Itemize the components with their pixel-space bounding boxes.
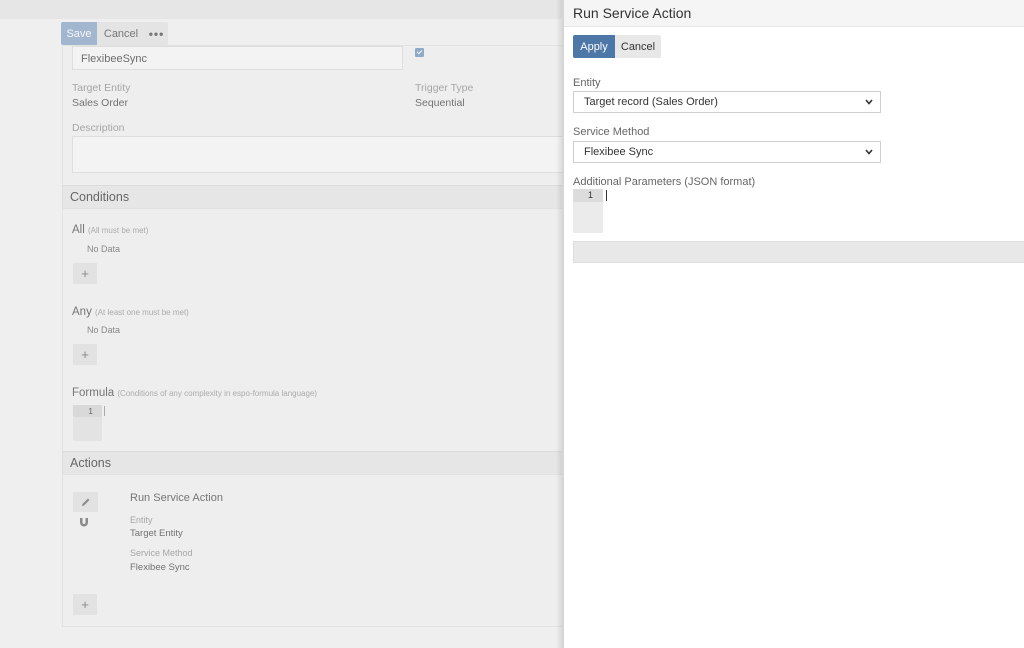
action-title: Run Service Action xyxy=(130,492,223,504)
formula-label: Formula (Conditions of any complexity in… xyxy=(72,387,318,399)
edit-action-button[interactable] xyxy=(73,492,98,512)
add-all-condition-button[interactable]: + xyxy=(73,263,97,284)
action-method-value: Flexibee Sync xyxy=(130,562,190,573)
service-method-select-value: Flexibee Sync xyxy=(584,146,654,158)
target-entity-label: Target Entity xyxy=(72,82,131,94)
plus-icon: + xyxy=(81,266,89,281)
actions-header: Actions xyxy=(62,451,562,475)
name-field[interactable]: FlexibeeSync xyxy=(72,46,403,70)
formula-line-number: 1 xyxy=(73,405,102,417)
apply-button[interactable]: Apply xyxy=(573,35,615,58)
entity-select-value: Target record (Sales Order) xyxy=(584,96,718,108)
trigger-type-label: Trigger Type xyxy=(415,82,474,94)
run-service-action-modal: Run Service Action Apply Cancel Entity T… xyxy=(563,0,1024,648)
plus-icon: + xyxy=(81,597,89,612)
editor-status-bar xyxy=(573,241,1024,263)
all-conditions-label: All (All must be met) xyxy=(72,224,149,236)
add-action-button[interactable]: + xyxy=(73,594,97,615)
action-method-label: Service Method xyxy=(130,548,193,558)
entity-select[interactable]: Target record (Sales Order) xyxy=(573,91,881,113)
entity-label: Entity xyxy=(573,77,601,89)
any-conditions-label: Any (At least one must be met) xyxy=(72,306,189,318)
description-label: Description xyxy=(72,122,125,134)
more-actions-button[interactable]: ••• xyxy=(145,22,168,45)
active-checkbox[interactable] xyxy=(415,48,424,57)
magnet-icon[interactable] xyxy=(79,517,89,530)
all-no-data: No Data xyxy=(87,244,121,254)
chevron-down-icon xyxy=(864,97,874,107)
action-entity-value: Target Entity xyxy=(130,528,183,539)
save-button[interactable]: Save xyxy=(61,22,97,45)
plus-icon: + xyxy=(81,347,89,362)
add-any-condition-button[interactable]: + xyxy=(73,344,97,365)
top-strip xyxy=(0,0,562,19)
chevron-down-icon xyxy=(864,147,874,157)
target-entity-value: Sales Order xyxy=(72,97,129,109)
trigger-type-value: Sequential xyxy=(415,97,465,109)
json-editor-cursor xyxy=(606,190,607,201)
any-no-data: No Data xyxy=(87,325,121,335)
action-entity-label: Entity xyxy=(130,515,153,525)
json-line-number: 1 xyxy=(573,189,603,202)
formula-cursor xyxy=(104,406,105,416)
service-method-select[interactable]: Flexibee Sync xyxy=(573,141,881,163)
service-method-label: Service Method xyxy=(573,126,650,138)
pencil-icon xyxy=(81,498,89,506)
additional-parameters-label: Additional Parameters (JSON format) xyxy=(573,176,756,188)
conditions-header: Conditions xyxy=(62,185,562,209)
modal-header: Run Service Action xyxy=(564,0,1024,27)
cancel-button[interactable]: Cancel xyxy=(97,22,145,45)
modal-title: Run Service Action xyxy=(573,5,692,21)
conditions-panel xyxy=(62,208,562,453)
description-field[interactable] xyxy=(72,136,562,173)
modal-cancel-button[interactable]: Cancel xyxy=(615,35,661,58)
